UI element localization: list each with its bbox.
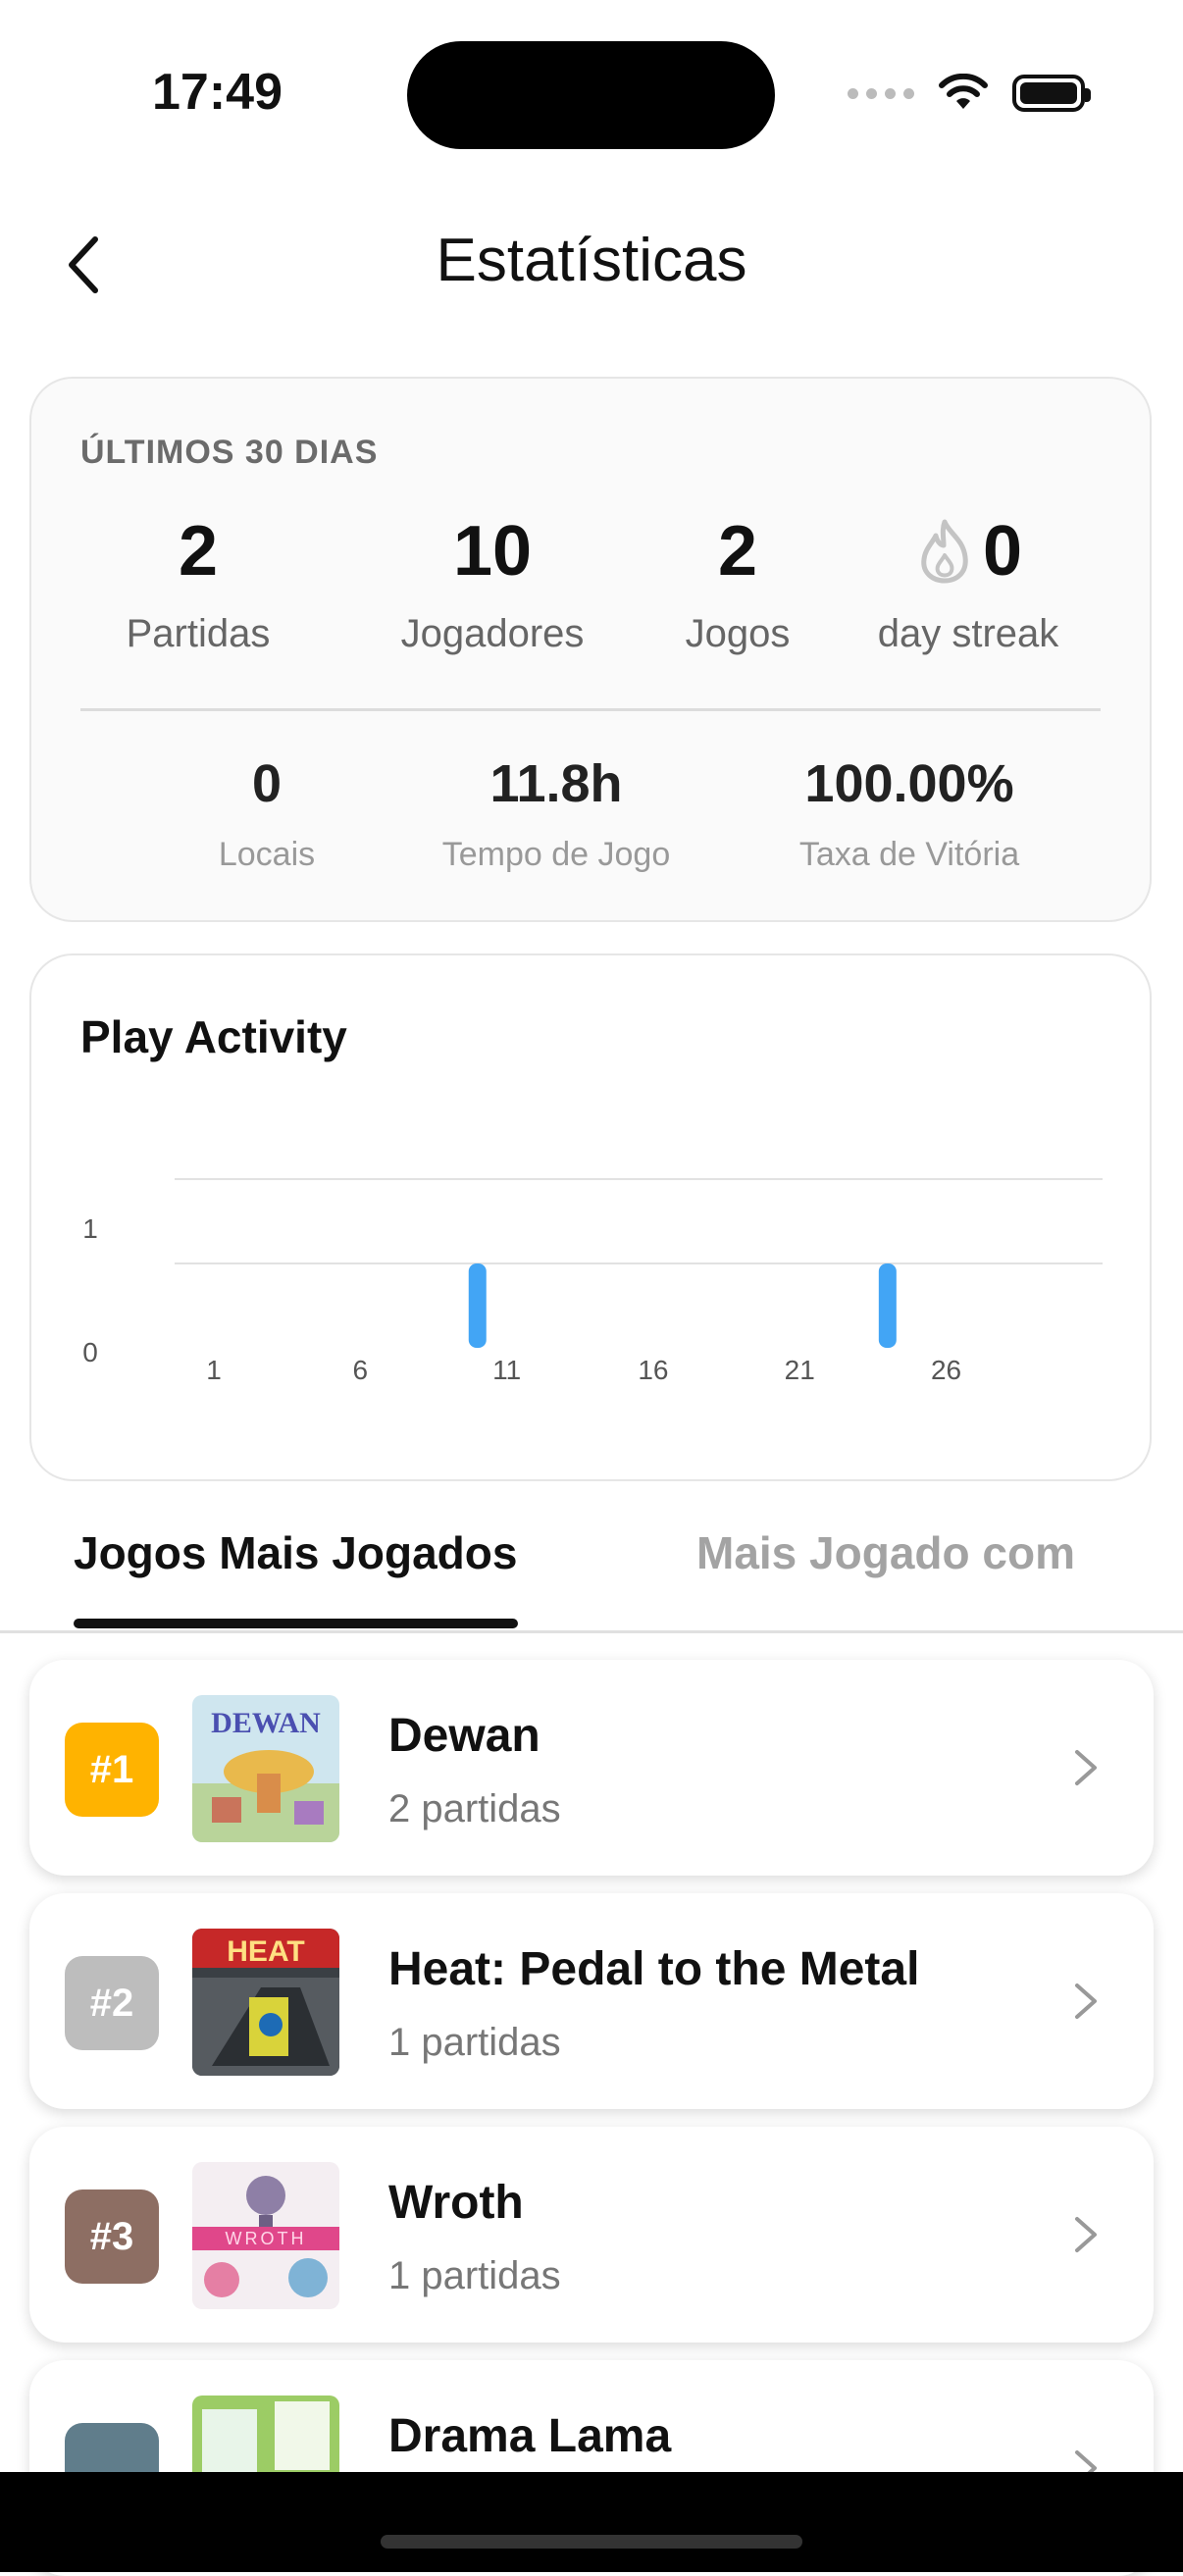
x-tick-label: 21 — [785, 1355, 815, 1385]
tab-bar: Jogos Mais Jogados Mais Jogado com — [0, 1511, 1183, 1633]
activity-bar — [468, 1263, 487, 1348]
stat-tempo-de-jogo: 11.8h Tempo de Jogo — [385, 757, 728, 874]
game-name: Heat: Pedal to the Metal — [388, 1943, 920, 1995]
header: Estatísticas — [0, 206, 1183, 324]
stat-taxa-de-vitoria: 100.00% Taxa de Vitória — [738, 757, 1081, 874]
stat-value: 2 — [178, 512, 219, 591]
game-list-item[interactable]: #1 DEWAN Dewan 2 partidas — [29, 1660, 1154, 1876]
stat-label: Jogadores — [400, 612, 585, 655]
chevron-right-icon — [1075, 2217, 1097, 2252]
game-name: Dewan — [388, 1710, 540, 1762]
page-title: Estatísticas — [436, 227, 747, 294]
battery-icon — [1012, 75, 1091, 112]
rank-badge: #1 — [65, 1723, 159, 1817]
stat-value: 100.00% — [804, 754, 1014, 813]
activity-bar — [878, 1263, 897, 1348]
game-thumbnail: DEWAN — [192, 1695, 339, 1842]
rank-badge: #3 — [65, 2190, 159, 2284]
activity-card: Play Activity 0 1 1 6 11 16 21 26 — [29, 953, 1152, 1481]
game-name: Wroth — [388, 2177, 524, 2229]
home-indicator[interactable] — [381, 2535, 802, 2549]
tab-mais-jogado-com[interactable]: Mais Jogado com — [696, 1526, 1075, 1579]
x-tick-label: 6 — [353, 1355, 369, 1385]
flame-icon — [921, 519, 968, 584]
game-thumbnail: HEAT — [192, 1929, 339, 2076]
tab-active-indicator — [74, 1619, 518, 1628]
box-art-title: DEWAN — [211, 1707, 321, 1739]
stat-label: day streak — [877, 612, 1059, 655]
divider — [80, 708, 1101, 711]
stat-label: Tempo de Jogo — [441, 836, 671, 873]
stat-value: 2 — [717, 512, 758, 591]
y-tick-label: 1 — [82, 1213, 98, 1244]
rank-badge: #2 — [65, 1956, 159, 2050]
stat-jogos: 2 Jogos — [640, 516, 836, 656]
stat-value: 0 — [251, 754, 283, 813]
box-art-title: HEAT — [227, 1935, 304, 1968]
dynamic-island — [407, 41, 775, 149]
stat-partidas: 2 Partidas — [100, 516, 296, 656]
x-tick-label: 11 — [492, 1355, 521, 1385]
game-list-item[interactable]: #3 WROTH Wroth 1 partidas — [29, 2127, 1154, 2343]
home-indicator-area — [0, 2472, 1183, 2572]
tab-jogos-mais-jogados[interactable]: Jogos Mais Jogados — [74, 1526, 517, 1579]
stat-locais: 0 Locais — [159, 757, 375, 874]
stat-label: Taxa de Vitória — [798, 836, 1020, 873]
status-time: 17:49 — [152, 64, 283, 121]
summary-card: ÚLTIMOS 30 DIAS 2 Partidas 10 Jogadores … — [29, 377, 1152, 922]
cellular-signal-icon — [848, 87, 914, 99]
game-thumbnail: WROTH — [192, 2162, 339, 2309]
summary-period-label: ÚLTIMOS 30 DIAS — [80, 434, 379, 471]
x-tick-label: 1 — [206, 1355, 222, 1385]
activity-chart: 011 6 11 16 21 26 — [82, 1178, 1103, 1385]
game-list-item[interactable]: #2 HEAT Heat: Pedal to the Metal 1 parti… — [29, 1893, 1154, 2109]
stat-jogadores: 10 Jogadores — [365, 516, 620, 656]
x-tick-label: 26 — [931, 1355, 961, 1385]
x-tick-label: 16 — [638, 1355, 668, 1385]
y-tick-label: 0 — [82, 1337, 98, 1367]
stat-value: 0 — [982, 512, 1023, 591]
stat-label: Jogos — [685, 612, 791, 655]
stat-label: Partidas — [126, 612, 271, 655]
box-art-title: WROTH — [226, 2229, 307, 2248]
status-icons — [848, 69, 1091, 118]
game-name: Drama Lama — [388, 2410, 672, 2462]
stat-value: 10 — [452, 512, 533, 591]
game-plays: 1 partidas — [388, 2254, 561, 2297]
game-plays: 1 partidas — [388, 2021, 561, 2064]
chevron-right-icon — [1075, 1984, 1097, 2019]
chevron-right-icon — [1075, 1750, 1097, 1785]
stat-label: Locais — [218, 836, 316, 873]
game-plays: 2 partidas — [388, 1787, 561, 1830]
wifi-icon — [939, 74, 988, 109]
stat-day-streak: 0 day streak — [826, 516, 1110, 656]
status-bar: 17:49 — [0, 0, 1183, 186]
stat-value: 11.8h — [489, 754, 623, 813]
